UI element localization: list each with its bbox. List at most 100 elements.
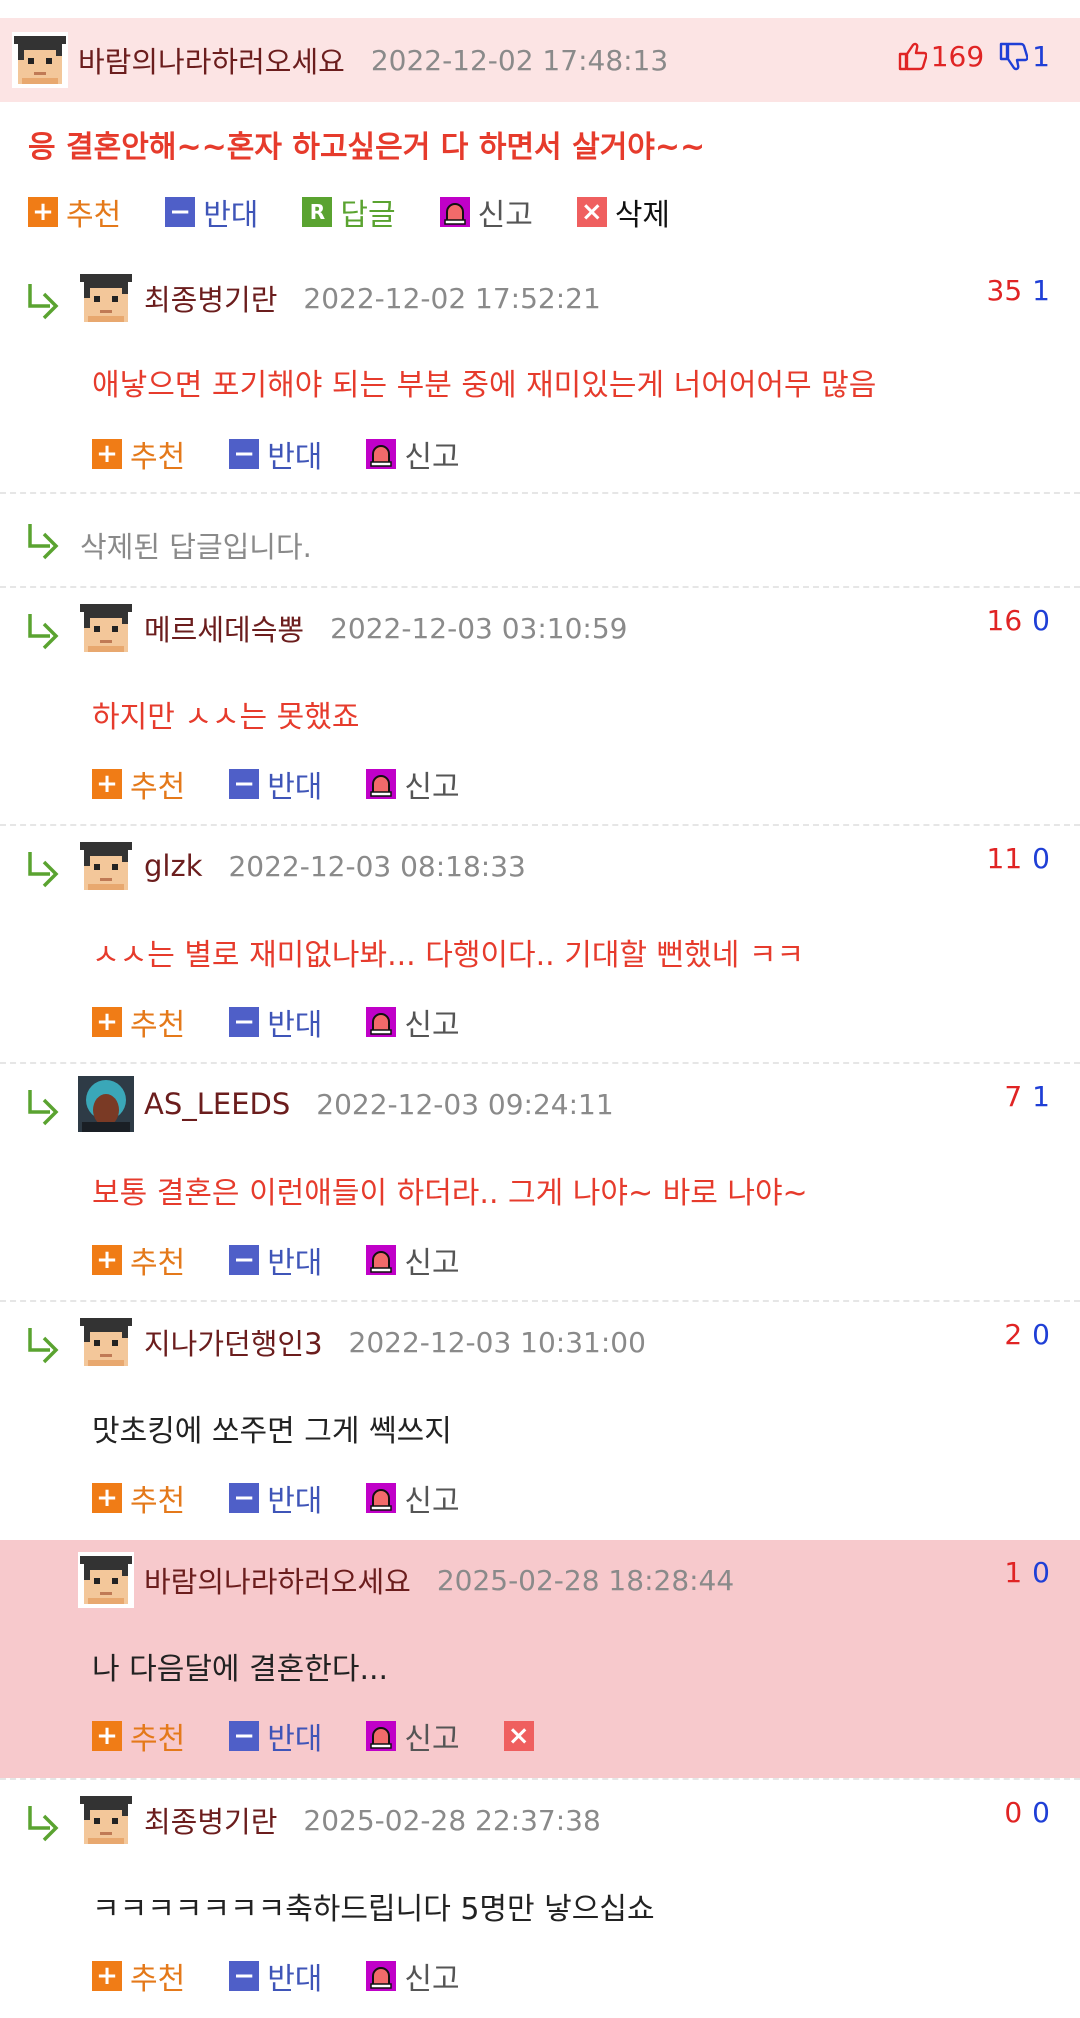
comment-actions: + 추천 − 반대 신고 [92,1238,504,1282]
author-nick[interactable]: glzk [144,849,202,883]
vote-counts: 11 0 [987,842,1050,875]
siren-icon [366,1007,397,1037]
siren-icon [366,439,397,469]
downvote-count: 1 [1032,40,1050,73]
avatar[interactable] [78,1076,134,1132]
delete-button[interactable]: × 삭제 [576,190,670,234]
siren-icon [366,1483,397,1513]
report-button[interactable]: 신고 [366,1954,460,1998]
comment-actions: + 추천 − 반대 신고 [92,1954,504,1998]
oppose-button[interactable]: − 반대 [229,1954,322,1998]
report-button[interactable]: 신고 [366,1238,460,1282]
comment-date: 2022-12-03 09:24:11 [316,1087,614,1121]
avatar[interactable] [78,1792,134,1848]
report-button[interactable]: 신고 [439,190,533,234]
thumbs-down-icon[interactable] [998,41,1029,73]
comment-actions: + 추천 − 반대 신고 [92,1476,504,1520]
comment-date: 2025-02-28 18:28:44 [436,1563,735,1597]
plus-icon: + [92,1483,122,1513]
avatar[interactable] [12,32,68,88]
downvote-count: 0 [1032,1796,1050,1829]
siren-icon [366,1721,397,1751]
upvote-count: 0 [1004,1796,1023,1829]
oppose-button[interactable]: − 반대 [229,432,322,476]
delete-button[interactable]: × [503,1721,542,1751]
minus-icon: − [229,1721,260,1751]
author-nick[interactable]: 메르세데슥뽕 [144,607,304,649]
author-nick[interactable]: 최종병기란 [144,277,277,319]
author-nick[interactable]: 바람의나라하러오세요 [78,39,345,81]
siren-icon [366,1245,397,1275]
author-nick[interactable]: 지나가던행인3 [144,1321,323,1363]
avatar[interactable] [78,600,134,656]
reply-arrow-icon [28,1326,58,1364]
minus-icon: − [229,1245,260,1275]
vote-counts: 20 [1004,1318,1050,1351]
plus-icon: + [92,439,122,469]
comment-text: 맛초킹에 쏘주면 그게 쎅쓰지 [92,1414,452,1449]
avatar[interactable] [78,838,134,894]
vote-counts: 169 1 [897,40,1050,73]
upvote-count: 2 [1004,1318,1023,1351]
oppose-button[interactable]: − 반대 [229,1000,322,1044]
recommend-button[interactable]: + 추천 [92,432,185,476]
thumbs-up-icon[interactable] [897,41,927,73]
deleted-reply-text: 삭제된 답글입니다. [80,530,312,564]
oppose-button[interactable]: − 반대 [229,1714,322,1758]
comment-text: 보통 결혼은 이런애들이 하더라.. 그게 나야~ 바로 나야~ [92,1176,808,1211]
comment-date: 2022-12-03 03:10:59 [330,611,628,645]
comment-date: 2025-02-28 22:37:38 [303,1803,601,1837]
recommend-button[interactable]: + 추천 [92,762,185,806]
siren-icon [439,197,470,227]
reply-arrow-icon [28,850,58,888]
downvote-count: 0 [1032,1318,1050,1351]
reply-arrow-icon [28,1088,58,1126]
siren-icon [366,769,397,799]
minus-icon: − [229,769,260,799]
avatar[interactable] [78,1314,134,1370]
comment-text: 응 결혼안해~~혼자 하고싶은거 다 하면서 살거야~~ [28,130,706,165]
reply-button[interactable]: 답글 [302,190,396,234]
minus-icon: − [229,1007,260,1037]
report-button[interactable]: 신고 [366,762,460,806]
recommend-button[interactable]: + 추천 [92,1000,185,1044]
vote-counts: 16 0 [987,604,1050,637]
comment-date: 2022-12-02 17:52:21 [303,281,601,315]
plus-icon: + [92,1961,122,1991]
recommend-button[interactable]: + 추천 [92,1714,185,1758]
recommend-button[interactable]: + 추천 [92,1476,185,1520]
reply-item-highlighted: 바람의나라하러오세요 2025-02-28 18:28:44 10 나 다음달에… [0,1540,1080,1778]
report-button[interactable]: 신고 [366,1714,460,1758]
report-button[interactable]: 신고 [366,432,460,476]
author-nick[interactable]: 바람의나라하러오세요 [144,1559,411,1601]
author-nick[interactable]: 최종병기란 [144,1799,277,1841]
reply-item: 최종병기란 2022-12-02 17:52:21 35 1 애낳으면 포기해야 … [0,258,1080,494]
recommend-button[interactable]: + 추천 [92,1954,185,1998]
recommend-button[interactable]: + 추천 [92,1238,185,1282]
comment-text: 하지만 ㅅㅅ는 못했죠 [92,700,360,735]
main-comment: 바람의나라하러오세요 2022-12-02 17:48:13 169 1 [0,18,1080,102]
report-button[interactable]: 신고 [366,1000,460,1044]
oppose-button[interactable]: − 반대 [229,1238,322,1282]
oppose-button[interactable]: − 반대 [229,762,322,806]
minus-icon: − [165,197,196,227]
avatar[interactable] [78,1552,134,1608]
reply-arrow-icon [28,282,58,320]
minus-icon: − [229,1961,260,1991]
report-button[interactable]: 신고 [366,1476,460,1520]
downvote-count: 0 [1032,604,1050,637]
author-nick[interactable]: AS_LEEDS [144,1087,290,1121]
oppose-button[interactable]: − 반대 [165,190,258,234]
oppose-button[interactable]: − 반대 [229,1476,322,1520]
avatar[interactable] [78,270,134,326]
main-comment-body: 응 결혼안해~~혼자 하고싶은거 다 하면서 살거야~~ +추천 −반대 답글 … [0,102,1080,258]
comment-actions: + 추천 − 반대 신고 [92,762,504,806]
upvote-count: 1 [1004,1556,1023,1589]
comment-actions: + 추천 − 반대 신고 [92,1000,504,1044]
siren-icon [366,1961,397,1991]
recommend-button[interactable]: + 추천 [28,190,121,234]
comment-actions: + 추천 − 반대 신고 [92,432,504,476]
vote-counts: 71 [1004,1080,1050,1113]
upvote-count: 7 [1004,1080,1023,1113]
comment-actions: + 추천 − 반대 신고 × [92,1714,586,1758]
